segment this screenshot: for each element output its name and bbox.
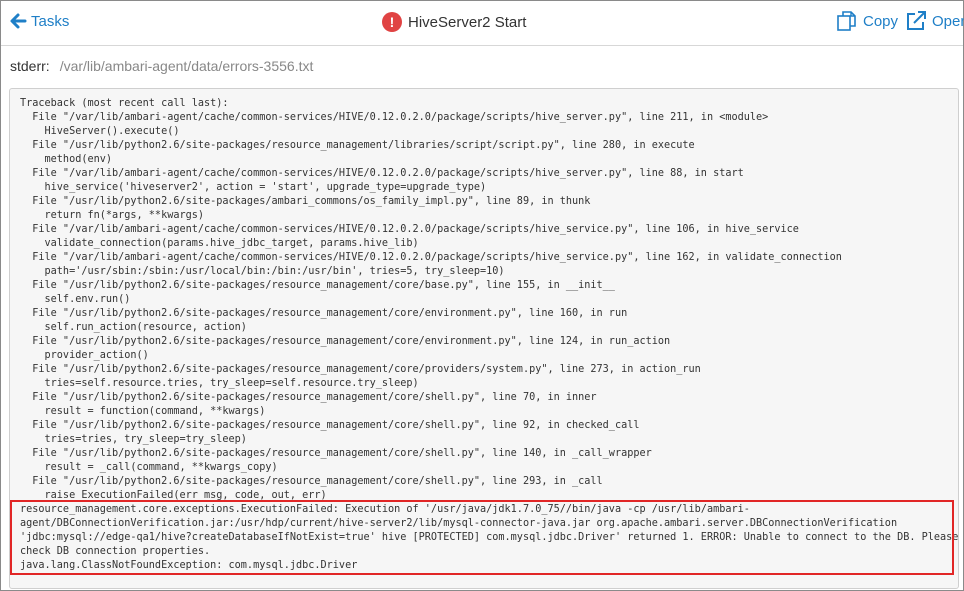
- stderr-log-panel[interactable]: Traceback (most recent call last): File …: [9, 88, 959, 589]
- copy-icon: [836, 10, 858, 32]
- back-label: Tasks: [31, 12, 70, 30]
- stderr-log-text: Traceback (most recent call last): File …: [20, 98, 959, 571]
- error-icon: !: [382, 12, 402, 32]
- stderr-path-row: stderr: /var/lib/ambari-agent/data/errors…: [10, 58, 313, 74]
- open-label: Open: [932, 12, 964, 30]
- arrow-left-icon: [9, 12, 27, 30]
- back-to-tasks-link[interactable]: Tasks: [9, 10, 69, 32]
- title-text: HiveServer2 Start: [408, 13, 527, 31]
- task-log-dialog: Tasks ! HiveServer2 Start Copy Ope stder…: [0, 0, 964, 591]
- external-link-icon: [905, 10, 927, 32]
- stderr-file-path: /var/lib/ambari-agent/data/errors-3556.t…: [59, 58, 314, 74]
- stderr-label: stderr:: [10, 58, 50, 74]
- copy-button[interactable]: Copy: [836, 9, 898, 33]
- open-button[interactable]: Open: [905, 9, 964, 33]
- dialog-title: ! HiveServer2 Start: [382, 10, 526, 34]
- copy-label: Copy: [863, 12, 899, 30]
- dialog-header: Tasks ! HiveServer2 Start Copy Ope: [1, 1, 964, 46]
